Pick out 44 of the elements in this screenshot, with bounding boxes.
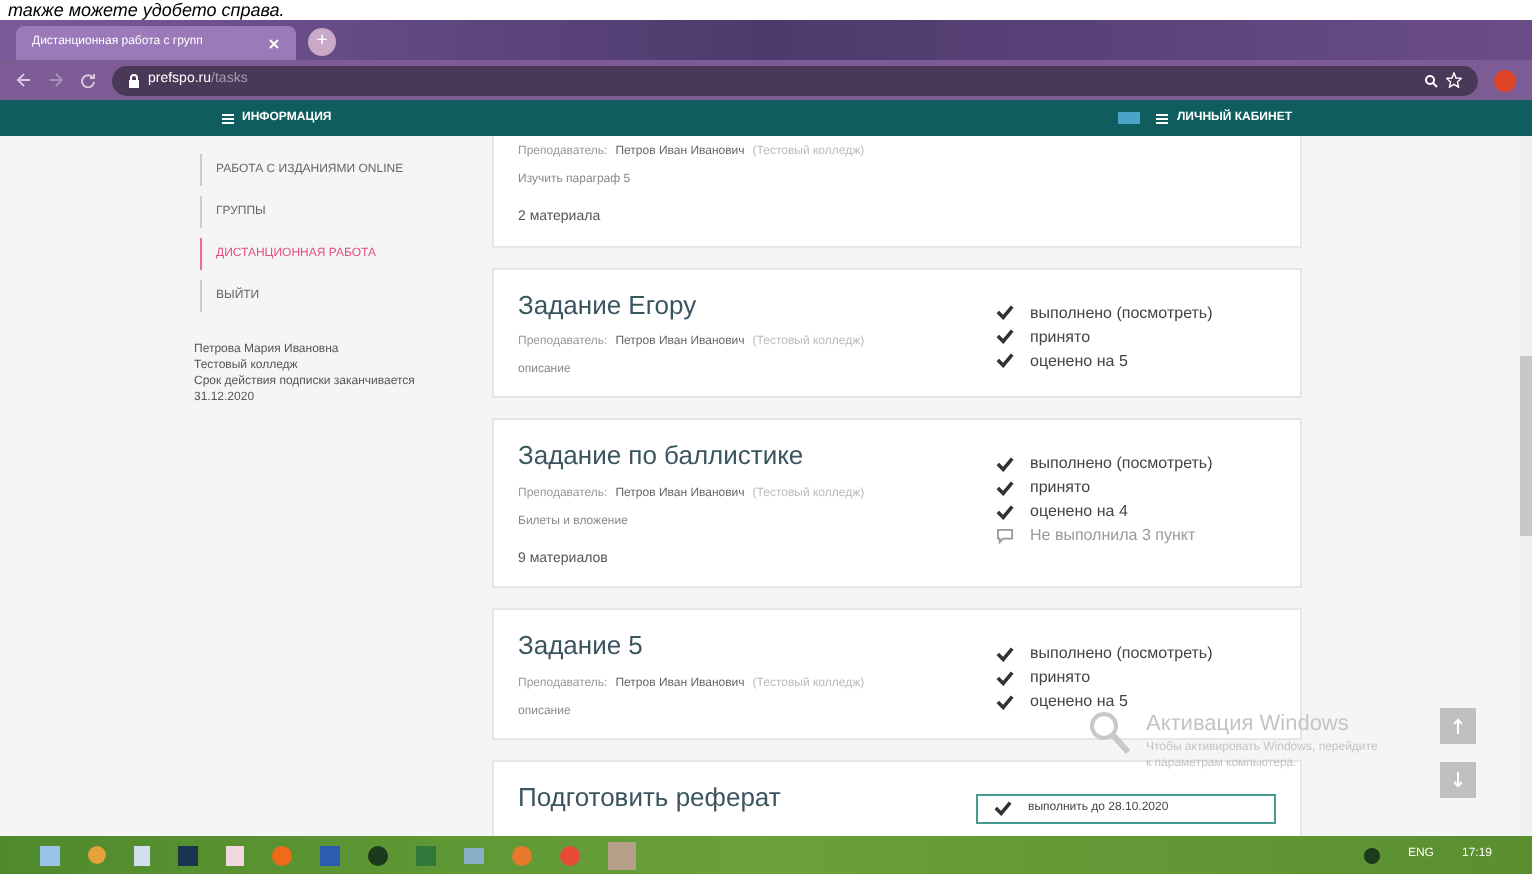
app-icon[interactable] [88, 846, 106, 864]
menu-icon[interactable] [1156, 113, 1169, 123]
task-title[interactable]: Подготовить реферат [518, 777, 996, 816]
status-text: оценено на 5 [1030, 349, 1128, 371]
comment-icon [996, 527, 1014, 543]
task-title[interactable]: Задание 5 [518, 626, 996, 665]
app-icon[interactable] [134, 845, 150, 865]
task-title[interactable]: Задание по баллистике [518, 436, 996, 475]
app-icon[interactable] [178, 845, 198, 865]
menu-icon[interactable] [222, 113, 234, 123]
app-icon[interactable] [320, 845, 340, 865]
zoom-icon[interactable] [1424, 73, 1438, 87]
status-text: Не выполнила 3 пункт [1030, 524, 1196, 546]
back-icon[interactable] [16, 72, 32, 88]
app-icon[interactable] [226, 845, 244, 865]
check-icon [994, 800, 1012, 816]
start-button[interactable] [40, 845, 60, 865]
status-text: принято [1030, 666, 1091, 688]
profile-avatar[interactable] [1494, 69, 1516, 91]
status-text: принято [1030, 325, 1091, 347]
task-title[interactable]: Задание Егору [518, 285, 996, 324]
lock-icon [128, 73, 140, 87]
scroll-down-button[interactable] [1440, 762, 1476, 798]
activation-title: Активация Windows [1146, 712, 1351, 736]
status-text: оценено на 5 [1030, 690, 1128, 712]
app-icon[interactable] [416, 845, 436, 865]
document-caption: также можете удобето справа. [8, 0, 285, 20]
status-text: выполнено (посмотреть) [1030, 301, 1213, 323]
star-icon[interactable] [1446, 72, 1462, 88]
app-icon[interactable] [368, 845, 388, 865]
scrollbar-thumb[interactable] [1520, 356, 1532, 536]
forward-icon[interactable] [48, 72, 64, 88]
scroll-up-button[interactable] [1440, 708, 1476, 744]
arrow-up-icon [1454, 718, 1462, 734]
status-text: выполнено (посмотреть) [1030, 642, 1213, 664]
arrow-down-icon [1454, 772, 1462, 788]
status-text: оценено на 4 [1030, 500, 1128, 522]
reload-icon[interactable] [80, 72, 96, 88]
app-icon[interactable] [464, 847, 484, 863]
flag-icon [1118, 112, 1141, 124]
status-text: выполнено (посмотреть) [1030, 452, 1213, 474]
close-icon[interactable] [268, 37, 280, 49]
status-text: принято [1030, 476, 1091, 498]
tray-icon[interactable] [1363, 847, 1380, 863]
